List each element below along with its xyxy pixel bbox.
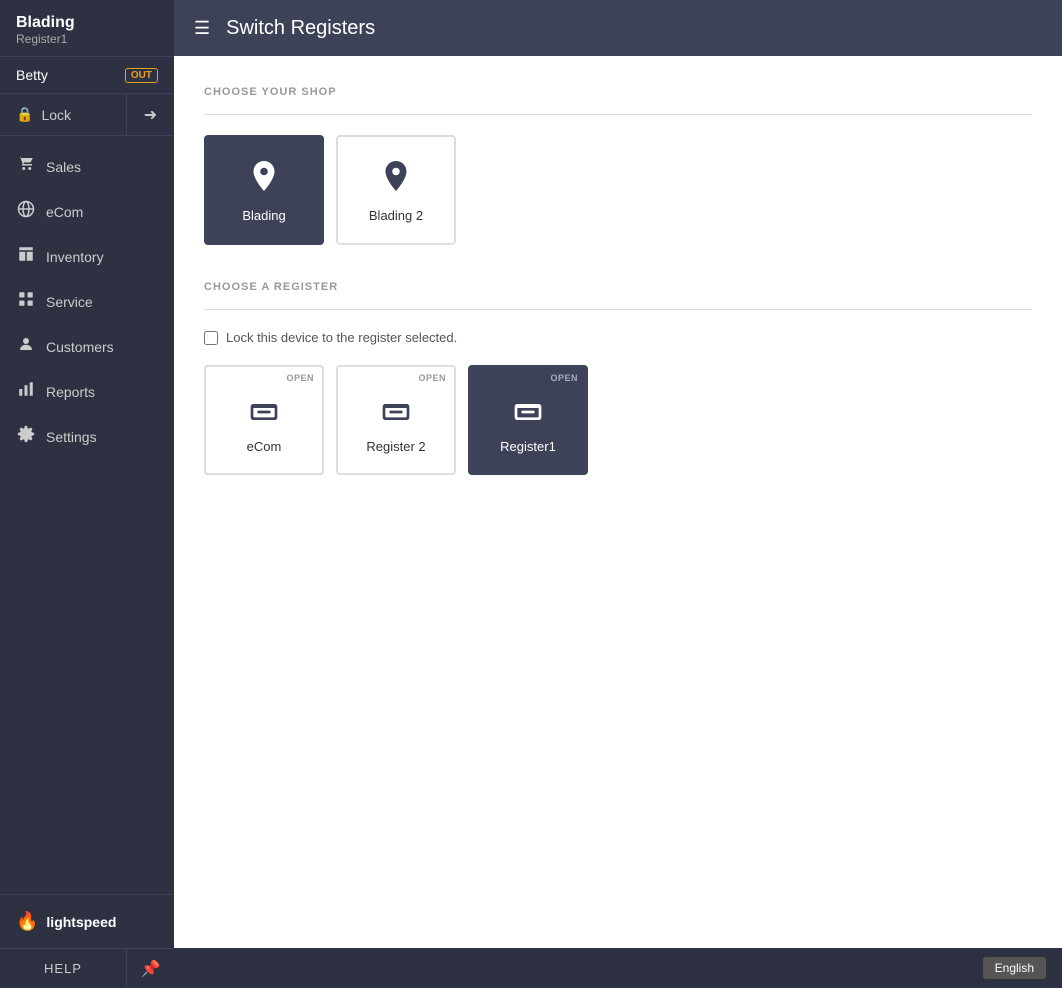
user-name: Betty <box>16 67 125 83</box>
inventory-label: Inventory <box>46 249 104 265</box>
lightspeed-logo: 🔥 lightspeed <box>16 911 116 932</box>
shop-label-blading: Blading <box>242 208 285 223</box>
register-card-register2[interactable]: OPEN Register 2 <box>336 365 456 475</box>
shop-card-blading[interactable]: Blading <box>204 135 324 245</box>
shop-divider <box>204 114 1032 115</box>
flame-icon: 🔥 <box>16 911 38 932</box>
settings-label: Settings <box>46 429 97 445</box>
sidebar-item-reports[interactable]: Reports <box>0 369 174 414</box>
service-icon <box>16 290 36 313</box>
language-button[interactable]: English <box>983 957 1046 979</box>
sidebar-footer: 🔥 lightspeed <box>0 894 174 948</box>
choose-shop-title: CHOOSE YOUR SHOP <box>204 86 1032 98</box>
sidebar-brand: Blading Register1 <box>0 0 174 57</box>
sidebar-bottom-row: HELP 📌 <box>0 948 174 988</box>
topbar: ☰ Switch Registers <box>174 0 1062 56</box>
sales-label: Sales <box>46 159 81 175</box>
signout-icon: ➜ <box>144 105 157 125</box>
register-label-ecom: eCom <box>247 439 282 454</box>
ecom-icon <box>16 200 36 223</box>
content-area: CHOOSE YOUR SHOP Blading Blading 2 C <box>174 56 1062 948</box>
sidebar-item-service[interactable]: Service <box>0 279 174 324</box>
register-card-register1[interactable]: OPEN Register1 <box>468 365 588 475</box>
ecom-label: eCom <box>46 204 83 220</box>
main-content: ☰ Switch Registers CHOOSE YOUR SHOP Blad… <box>174 0 1062 988</box>
brand-name: Blading <box>16 14 158 32</box>
register-label-register2: Register 2 <box>366 439 425 454</box>
lock-icon: 🔒 <box>16 106 33 123</box>
sidebar-register: Register1 <box>16 32 158 46</box>
register-divider <box>204 309 1032 310</box>
register-label-register1: Register1 <box>500 439 556 454</box>
menu-icon[interactable]: ☰ <box>194 18 210 39</box>
sidebar: Blading Register1 Betty OUT 🔒 Lock ➜ Sal… <box>0 0 174 988</box>
inventory-icon <box>16 245 36 268</box>
lock-button[interactable]: 🔒 Lock <box>0 94 126 135</box>
sidebar-user-row: Betty OUT <box>0 57 174 94</box>
pin-button[interactable]: 📌 <box>126 949 174 988</box>
ecom-open-badge: OPEN <box>286 373 314 383</box>
choose-shop-section: CHOOSE YOUR SHOP Blading Blading 2 <box>204 86 1032 245</box>
sidebar-item-customers[interactable]: Customers <box>0 324 174 369</box>
customers-icon <box>16 335 36 358</box>
lock-label: Lock <box>41 107 71 123</box>
location-icon-blading2 <box>378 158 414 202</box>
register-icon-register2 <box>380 396 412 435</box>
sales-icon <box>16 155 36 178</box>
help-button[interactable]: HELP <box>0 949 126 988</box>
logo-text: lightspeed <box>46 914 116 930</box>
register-grid: OPEN eCom OPEN Register 2 OPEN <box>204 365 1032 475</box>
location-icon-blading <box>246 158 282 202</box>
bottom-bar: English <box>174 948 1062 988</box>
sidebar-item-ecom[interactable]: eCom <box>0 189 174 234</box>
choose-register-section: CHOOSE A REGISTER Lock this device to th… <box>204 281 1032 475</box>
register2-open-badge: OPEN <box>418 373 446 383</box>
customers-label: Customers <box>46 339 114 355</box>
shop-label-blading2: Blading 2 <box>369 208 423 223</box>
sidebar-nav: Sales eCom Inventory Service Customers <box>0 136 174 894</box>
shop-card-blading2[interactable]: Blading 2 <box>336 135 456 245</box>
reports-label: Reports <box>46 384 95 400</box>
settings-icon <box>16 425 36 448</box>
pin-icon: 📌 <box>141 959 161 979</box>
register-icon-ecom <box>248 396 280 435</box>
register-icon-register1 <box>512 396 544 435</box>
lock-device-checkbox[interactable] <box>204 331 218 345</box>
register-card-ecom[interactable]: OPEN eCom <box>204 365 324 475</box>
reports-icon <box>16 380 36 403</box>
sidebar-item-sales[interactable]: Sales <box>0 144 174 189</box>
choose-register-title: CHOOSE A REGISTER <box>204 281 1032 293</box>
out-badge: OUT <box>125 68 158 83</box>
signout-button[interactable]: ➜ <box>126 94 174 135</box>
sidebar-item-settings[interactable]: Settings <box>0 414 174 459</box>
sidebar-lock-row: 🔒 Lock ➜ <box>0 94 174 136</box>
lock-device-label: Lock this device to the register selecte… <box>226 330 457 345</box>
register1-open-badge: OPEN <box>550 373 578 383</box>
page-title: Switch Registers <box>226 17 375 40</box>
service-label: Service <box>46 294 93 310</box>
sidebar-item-inventory[interactable]: Inventory <box>0 234 174 279</box>
shop-grid: Blading Blading 2 <box>204 135 1032 245</box>
lock-device-row: Lock this device to the register selecte… <box>204 330 1032 345</box>
